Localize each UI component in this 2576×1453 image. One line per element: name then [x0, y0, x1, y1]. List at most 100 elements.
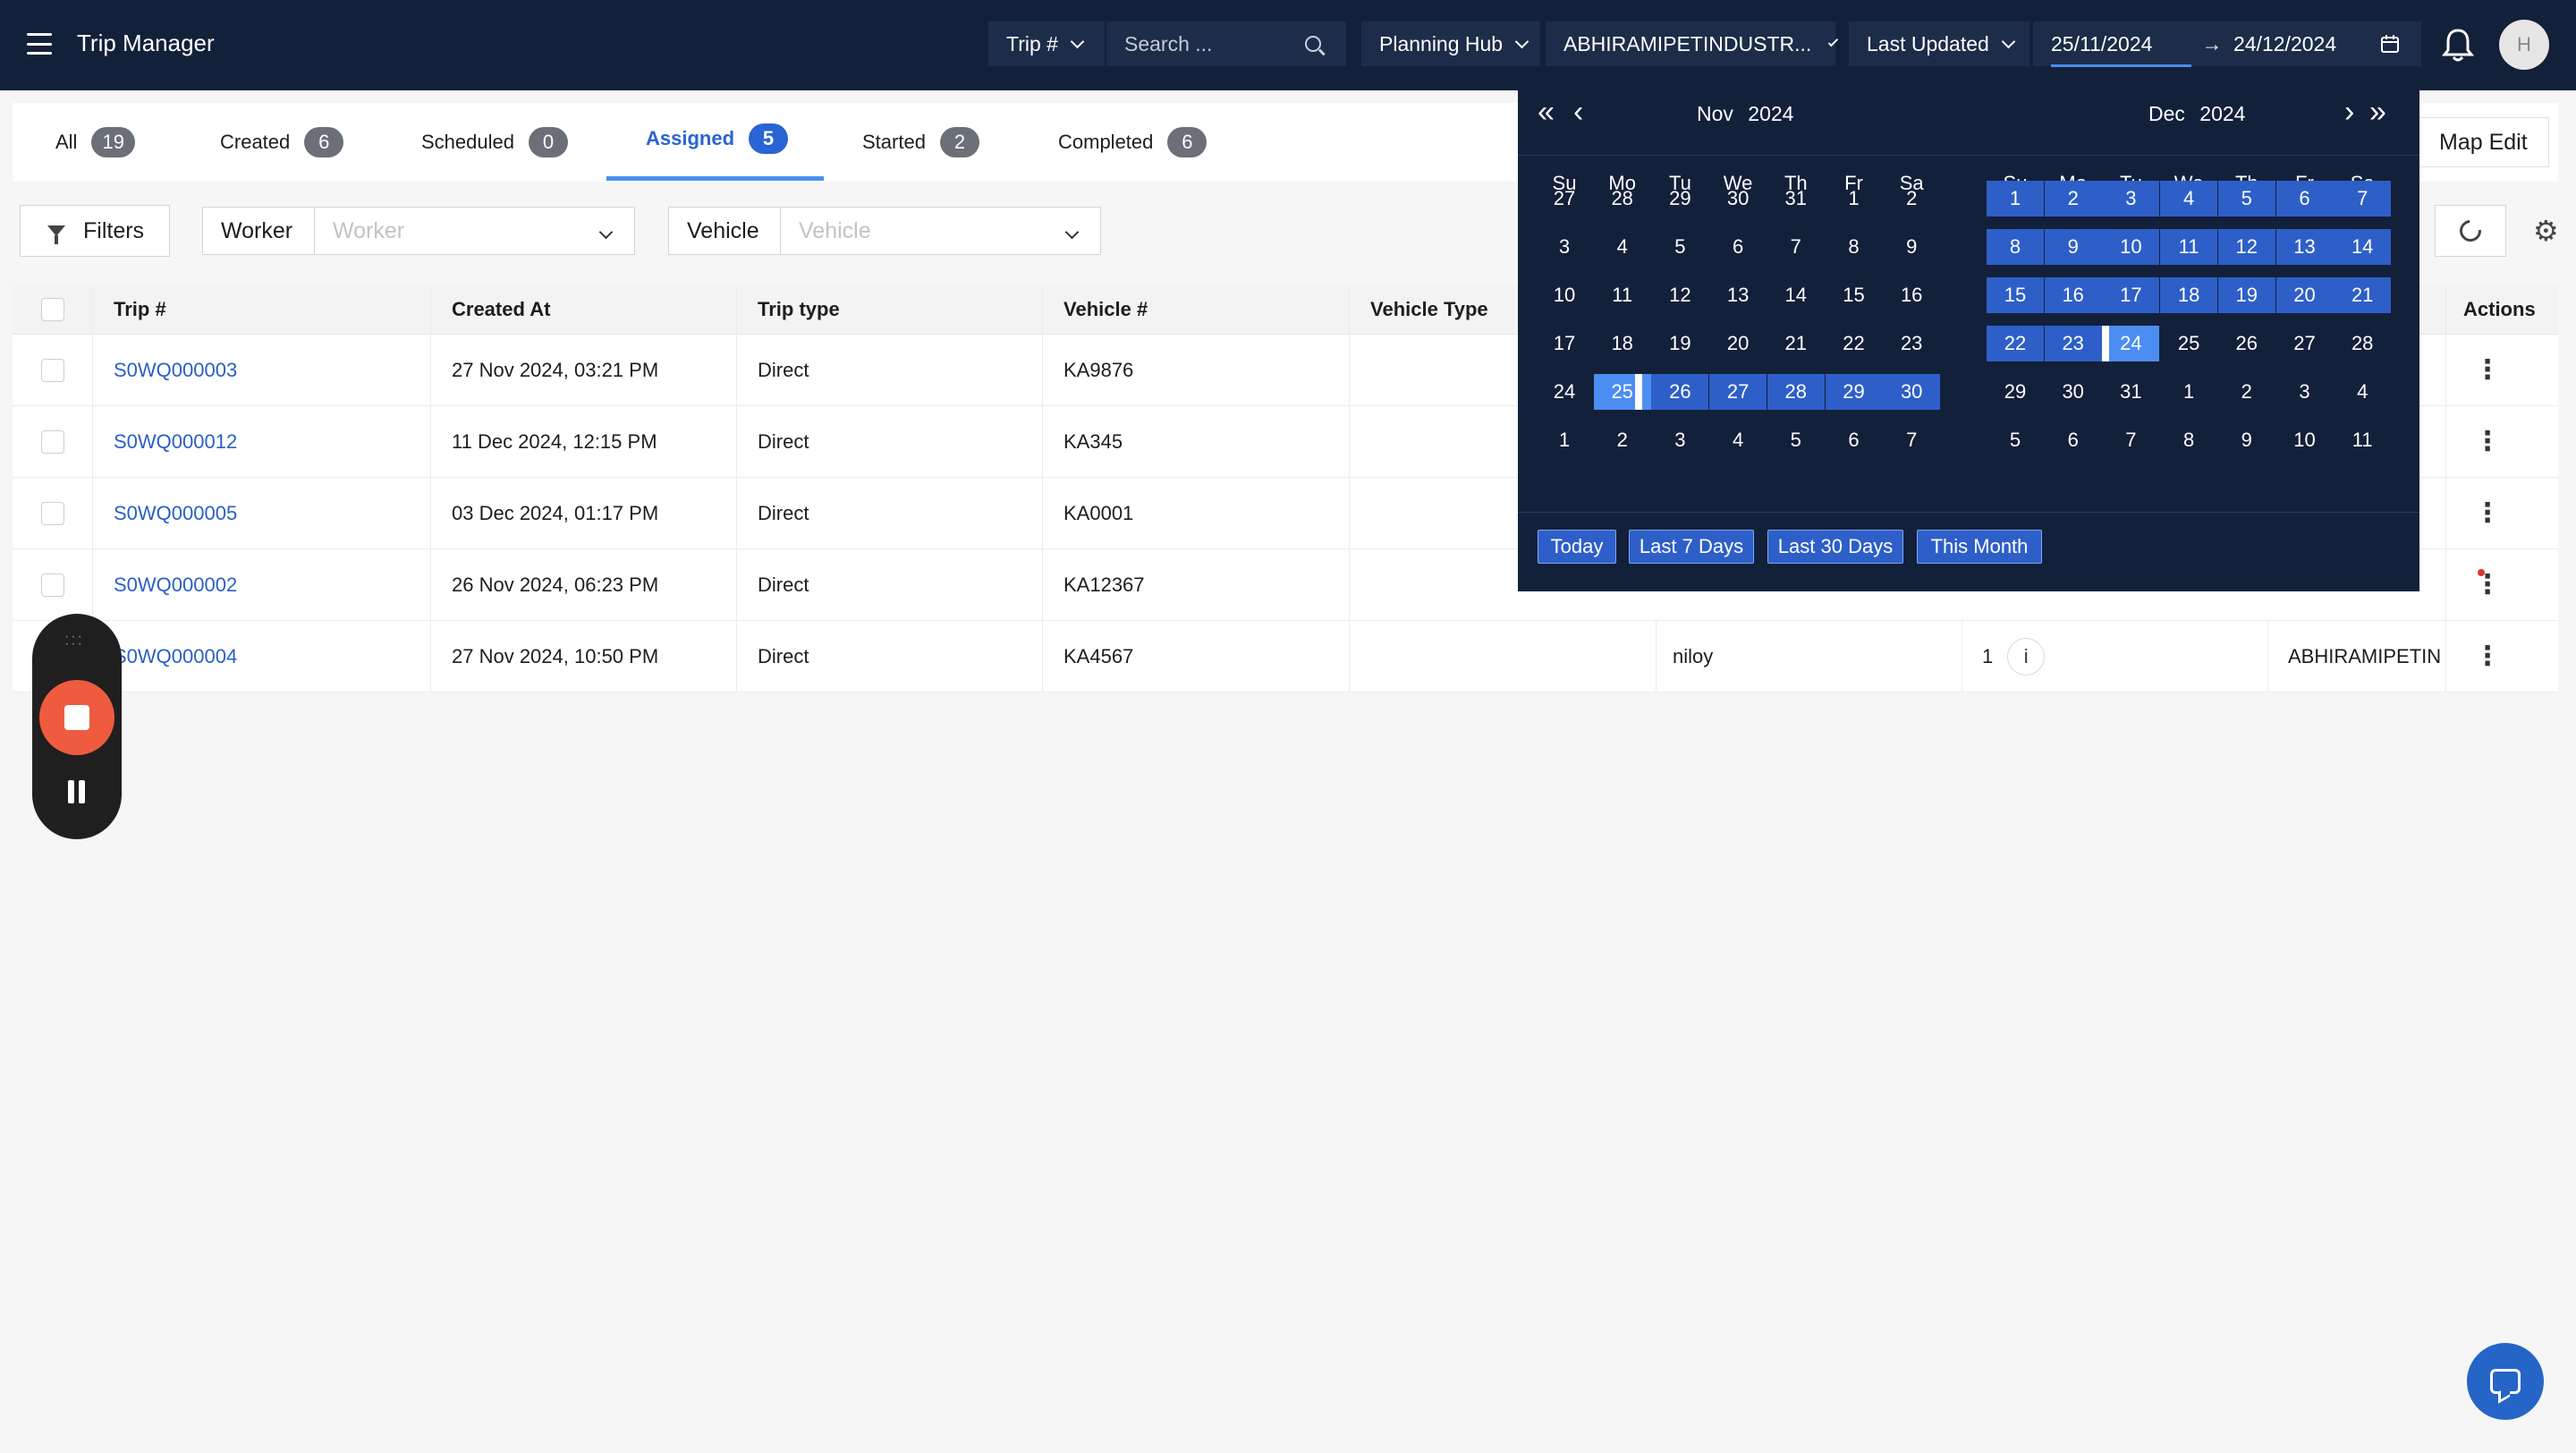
- trip-link[interactable]: S0WQ000004: [114, 621, 237, 692]
- calendar-day[interactable]: 14: [2334, 229, 2392, 265]
- calendar-day[interactable]: 18: [2160, 277, 2218, 313]
- next-year-icon[interactable]: »: [2369, 97, 2386, 127]
- calendar-day[interactable]: 12: [2217, 229, 2275, 265]
- calendar-day[interactable]: 5: [2217, 181, 2275, 217]
- calendar-day[interactable]: 12: [1651, 277, 1708, 313]
- calendar-day[interactable]: 26: [1651, 374, 1709, 410]
- date-range-picker[interactable]: 25/11/2024 → 24/12/2024: [2033, 21, 2421, 66]
- calendar-day[interactable]: 9: [2044, 229, 2102, 265]
- left-month[interactable]: Nov: [1697, 102, 1733, 125]
- bell-icon[interactable]: [2442, 27, 2474, 63]
- chat-button[interactable]: [2467, 1343, 2544, 1420]
- calendar-day[interactable]: 2: [2218, 374, 2275, 410]
- vehicle-select[interactable]: Vehicle: [781, 207, 1101, 255]
- calendar-day[interactable]: 9: [1883, 229, 1940, 265]
- calendar-day[interactable]: 15: [1826, 277, 1883, 313]
- calendar-day[interactable]: 6: [2045, 422, 2102, 458]
- row-checkbox[interactable]: [41, 358, 64, 382]
- calendar-day[interactable]: 13: [1709, 277, 1767, 313]
- tab-assigned[interactable]: Assigned 5: [646, 99, 789, 178]
- calendar-day[interactable]: 26: [2218, 326, 2275, 361]
- calendar-day[interactable]: 27: [2276, 326, 2334, 361]
- refresh-button[interactable]: [2435, 205, 2506, 257]
- calendar-day[interactable]: 23: [2044, 326, 2102, 361]
- calendar-day[interactable]: 1: [1826, 181, 1883, 217]
- menu-icon[interactable]: [27, 33, 52, 55]
- row-actions-icon[interactable]: ⋮: [2474, 478, 2501, 548]
- calendar-day[interactable]: 10: [2102, 229, 2160, 265]
- col-trip[interactable]: Trip #: [114, 285, 166, 334]
- calendar-day[interactable]: 17: [2102, 277, 2160, 313]
- trip-filter-dropdown[interactable]: Trip #: [988, 21, 1105, 66]
- date-to[interactable]: 24/12/2024: [2230, 32, 2380, 56]
- trip-link[interactable]: S0WQ000002: [114, 549, 237, 620]
- right-month[interactable]: Dec: [2148, 102, 2185, 125]
- calendar-day[interactable]: 29: [1825, 374, 1883, 410]
- stop-recording-button[interactable]: [39, 680, 114, 755]
- trip-link[interactable]: S0WQ000005: [114, 478, 237, 548]
- calendar-day[interactable]: 5: [1651, 229, 1708, 265]
- avatar[interactable]: H: [2499, 20, 2549, 70]
- calendar-day[interactable]: 21: [1767, 326, 1825, 361]
- left-year[interactable]: 2024: [1748, 102, 1793, 125]
- calendar-day[interactable]: 8: [1826, 229, 1883, 265]
- calendar-day[interactable]: 20: [1709, 326, 1767, 361]
- calendar-day[interactable]: 6: [1826, 422, 1883, 458]
- preset-last-30-days[interactable]: Last 30 Days: [1767, 530, 1903, 564]
- calendar-day[interactable]: 25: [2160, 326, 2217, 361]
- calendar-day[interactable]: 13: [2275, 229, 2334, 265]
- filters-button[interactable]: Filters: [20, 205, 170, 257]
- gear-icon[interactable]: ⚙: [2533, 217, 2559, 245]
- calendar-day[interactable]: 10: [1536, 277, 1593, 313]
- tab-completed[interactable]: Completed 6: [1058, 103, 1208, 182]
- row-actions-icon[interactable]: ⋮: [2474, 406, 2501, 477]
- col-created-at[interactable]: Created At: [452, 285, 550, 334]
- search-icon[interactable]: [1305, 36, 1321, 52]
- calendar-day[interactable]: 27: [1709, 374, 1767, 410]
- row-checkbox[interactable]: [41, 573, 64, 597]
- calendar-day[interactable]: 19: [1651, 326, 1708, 361]
- calendar-day[interactable]: 10: [2276, 422, 2334, 458]
- calendar-day[interactable]: 4: [2160, 181, 2218, 217]
- calendar-day[interactable]: 5: [1987, 422, 2044, 458]
- calendar-day[interactable]: 28: [1594, 181, 1651, 217]
- right-year[interactable]: 2024: [2199, 102, 2245, 125]
- planning-hub-dropdown[interactable]: Planning Hub: [1361, 21, 1540, 66]
- calendar-day[interactable]: 8: [2160, 422, 2217, 458]
- calendar-day[interactable]: 22: [1826, 326, 1883, 361]
- calendar-day[interactable]: 15: [1987, 277, 2044, 313]
- calendar-day[interactable]: 2: [1594, 422, 1651, 458]
- row-checkbox[interactable]: [41, 501, 64, 525]
- calendar-day[interactable]: 3: [1536, 229, 1593, 265]
- calendar-day[interactable]: 31: [2102, 374, 2159, 410]
- row-actions-icon[interactable]: ⋮: [2474, 549, 2501, 620]
- map-edit-button[interactable]: Map Edit: [2406, 117, 2549, 167]
- calendar-day[interactable]: 20: [2275, 277, 2334, 313]
- calendar-day[interactable]: 3: [2276, 374, 2334, 410]
- calendar-day[interactable]: 7: [2334, 181, 2392, 217]
- calendar-day[interactable]: 11: [1594, 277, 1651, 313]
- sort-dropdown[interactable]: Last Updated: [1849, 21, 2029, 66]
- calendar-day[interactable]: 30: [1883, 374, 1941, 410]
- calendar-day[interactable]: 9: [2218, 422, 2275, 458]
- col-vehicle-type[interactable]: Vehicle Type: [1370, 285, 1488, 334]
- calendar-day[interactable]: 1: [2160, 374, 2217, 410]
- calendar-day[interactable]: 7: [1883, 422, 1940, 458]
- calendar-day[interactable]: 2: [1883, 181, 1940, 217]
- calendar-day[interactable]: 22: [1987, 326, 2044, 361]
- tab-started[interactable]: Started 2: [862, 103, 979, 182]
- calendar-day[interactable]: 14: [1767, 277, 1825, 313]
- calendar-day[interactable]: 6: [1709, 229, 1767, 265]
- calendar-day[interactable]: 16: [1883, 277, 1940, 313]
- calendar-day[interactable]: 18: [1594, 326, 1651, 361]
- calendar-day[interactable]: 25: [1593, 374, 1651, 410]
- calendar-day[interactable]: 6: [2275, 181, 2334, 217]
- calendar-day[interactable]: 8: [1987, 229, 2044, 265]
- preset-today[interactable]: Today: [1538, 530, 1616, 564]
- worker-select[interactable]: Worker: [315, 207, 635, 255]
- row-actions-icon[interactable]: ⋮: [2474, 335, 2501, 405]
- calendar-day[interactable]: 29: [1987, 374, 2044, 410]
- calendar-day[interactable]: 4: [1594, 229, 1651, 265]
- calendar-day[interactable]: 2: [2044, 181, 2102, 217]
- preset-this-month[interactable]: This Month: [1917, 530, 2042, 564]
